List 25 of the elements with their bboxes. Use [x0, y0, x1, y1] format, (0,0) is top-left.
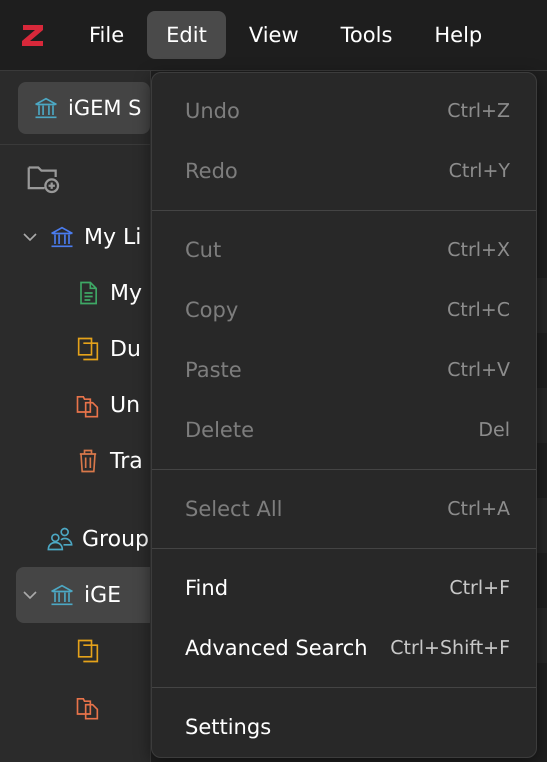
collection-label: Un [110, 392, 140, 418]
collection-label: iGE [84, 582, 122, 608]
menu-item[interactable]: Edit [147, 11, 226, 59]
collection-row[interactable]: Un [16, 377, 150, 433]
group-icon [46, 525, 74, 553]
menu-item[interactable]: File [70, 11, 144, 59]
menu-item[interactable]: View [230, 11, 318, 59]
menu-item[interactable]: Tools [322, 11, 412, 59]
menu-entry[interactable]: Advanced Search Ctrl+Shift+F [152, 618, 536, 678]
library-selector[interactable]: iGEM S [18, 82, 150, 134]
collection-label: My Li [84, 224, 142, 250]
collection-label: Du [110, 336, 141, 362]
app-logo [20, 22, 46, 48]
collection-row[interactable]: Tra [16, 433, 150, 489]
collection-label: Group [82, 526, 149, 552]
collection-row[interactable]: iGE [16, 567, 150, 623]
collection-label: My [110, 280, 142, 306]
collection-row[interactable]: Du [16, 321, 150, 377]
menu-entry[interactable]: Settings [152, 697, 536, 757]
menu-item[interactable]: Help [415, 11, 502, 59]
collection-label: Tra [110, 448, 143, 474]
collection-row[interactable]: My Li [16, 209, 150, 265]
collection-row[interactable]: My [16, 265, 150, 321]
menu-entry[interactable]: Find Ctrl+F [152, 558, 536, 618]
collection-row[interactable]: Group [16, 511, 150, 567]
